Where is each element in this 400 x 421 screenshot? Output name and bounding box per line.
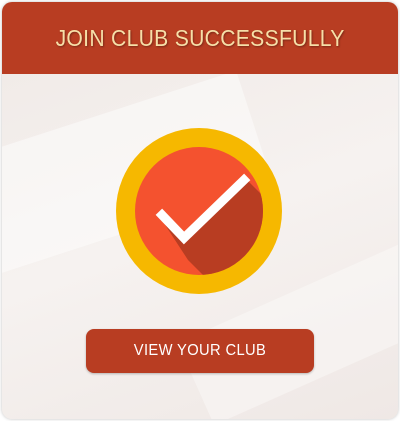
success-dialog: JOIN CLUB SUCCESSFULLY VIEW YOUR CLUB	[2, 2, 398, 419]
checkmark-badge-icon	[116, 128, 282, 294]
view-club-button-label: VIEW YOUR CLUB	[133, 342, 267, 359]
view-club-button[interactable]: VIEW YOUR CLUB	[86, 329, 314, 373]
dialog-body: VIEW YOUR CLUB	[2, 74, 398, 419]
dialog-title: JOIN CLUB SUCCESSFULLY	[55, 24, 345, 51]
dialog-header: JOIN CLUB SUCCESSFULLY	[2, 2, 398, 74]
